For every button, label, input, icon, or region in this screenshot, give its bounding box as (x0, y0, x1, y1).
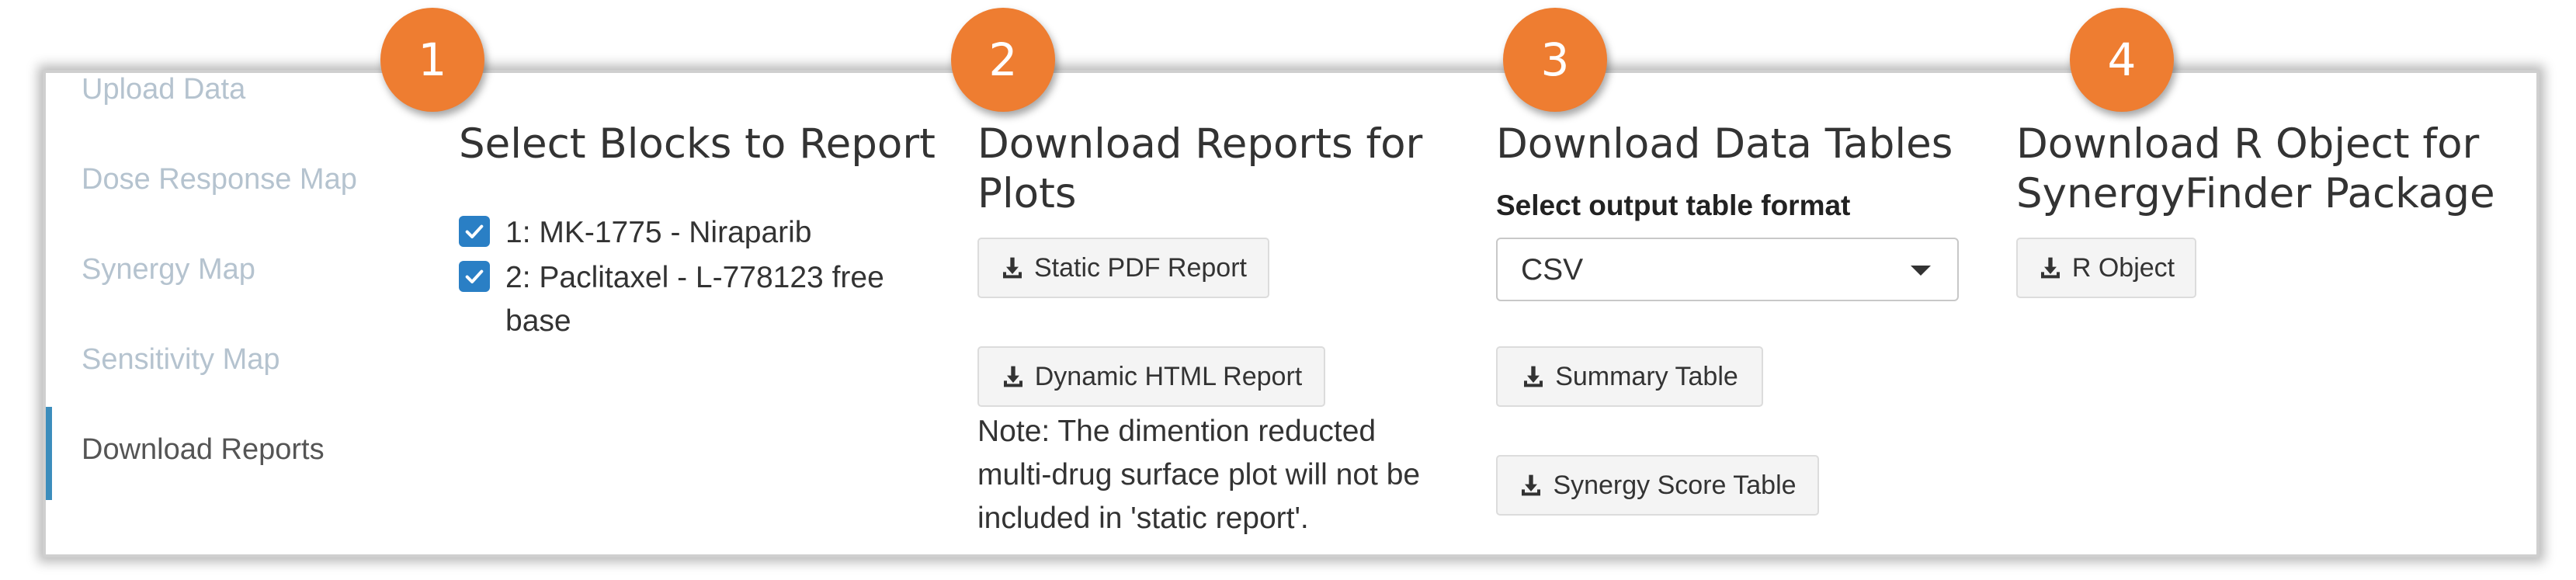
download-icon (1524, 366, 1543, 387)
sidebar-item-download-reports[interactable]: Download Reports (82, 433, 325, 467)
sidebar: Upload Data Dose Response Map Synergy Ma… (46, 73, 411, 554)
download-reports-panel: Upload Data Dose Response Map Synergy Ma… (43, 70, 2540, 557)
static-pdf-report-button[interactable]: Static PDF Report (977, 238, 1269, 298)
callout-badge-1: 1 (380, 8, 484, 112)
dynamic-html-report-label: Dynamic HTML Report (1034, 361, 1303, 391)
callout-badge-4: 4 (2070, 8, 2174, 112)
summary-table-button[interactable]: Summary Table (1496, 346, 1763, 407)
download-icon (2040, 257, 2060, 279)
chevron-down-icon (1911, 266, 1931, 276)
r-object-heading-line1: Download R Object for (2016, 120, 2480, 168)
download-icon (1003, 366, 1022, 387)
block-option-label: 2: Paclitaxel - L-778123 free (505, 261, 884, 294)
callout-badge-2: 2 (951, 8, 1055, 112)
checkbox-checked-icon[interactable] (459, 261, 490, 292)
dynamic-html-report-button[interactable]: Dynamic HTML Report (977, 346, 1325, 407)
r-object-heading-line2: SynergyFinder Package (2016, 170, 2495, 217)
block-option-label-continued: base (505, 304, 571, 338)
plots-heading-line1: Download Reports for (977, 120, 1423, 168)
sidebar-item-upload-data[interactable]: Upload Data (82, 73, 245, 106)
download-icon (1003, 257, 1022, 279)
table-format-label: Select output table format (1496, 189, 1851, 221)
sidebar-item-sensitivity-map[interactable]: Sensitivity Map (82, 343, 280, 377)
table-format-value: CSV (1521, 253, 1584, 287)
sidebar-item-synergy-map[interactable]: Synergy Map (82, 253, 255, 287)
synergy-score-table-button[interactable]: Synergy Score Table (1496, 455, 1819, 516)
static-pdf-report-label: Static PDF Report (1034, 252, 1247, 283)
callout-badge-3: 3 (1503, 8, 1607, 112)
r-object-button[interactable]: R Object (2016, 238, 2196, 298)
download-icon (1522, 474, 1541, 496)
static-report-note-line3: included in 'static report'. (977, 502, 1309, 535)
select-blocks-heading: Select Blocks to Report (459, 120, 936, 168)
data-tables-heading: Download Data Tables (1496, 120, 1953, 168)
static-report-note-line2: multi-drug surface plot will not be (977, 458, 1421, 491)
checkbox-checked-icon[interactable] (459, 216, 490, 247)
r-object-label: R Object (2071, 252, 2175, 283)
active-indicator (46, 407, 52, 500)
summary-table-label: Summary Table (1555, 361, 1738, 391)
block-option-label: 1: MK-1775 - Niraparib (505, 216, 812, 249)
sidebar-item-dose-response-map[interactable]: Dose Response Map (82, 163, 357, 196)
table-format-select[interactable]: CSV (1496, 238, 1959, 301)
synergy-score-table-label: Synergy Score Table (1553, 470, 1797, 500)
plots-heading-line2: Plots (977, 170, 1077, 217)
static-report-note-line1: Note: The dimention reducted (977, 415, 1377, 448)
